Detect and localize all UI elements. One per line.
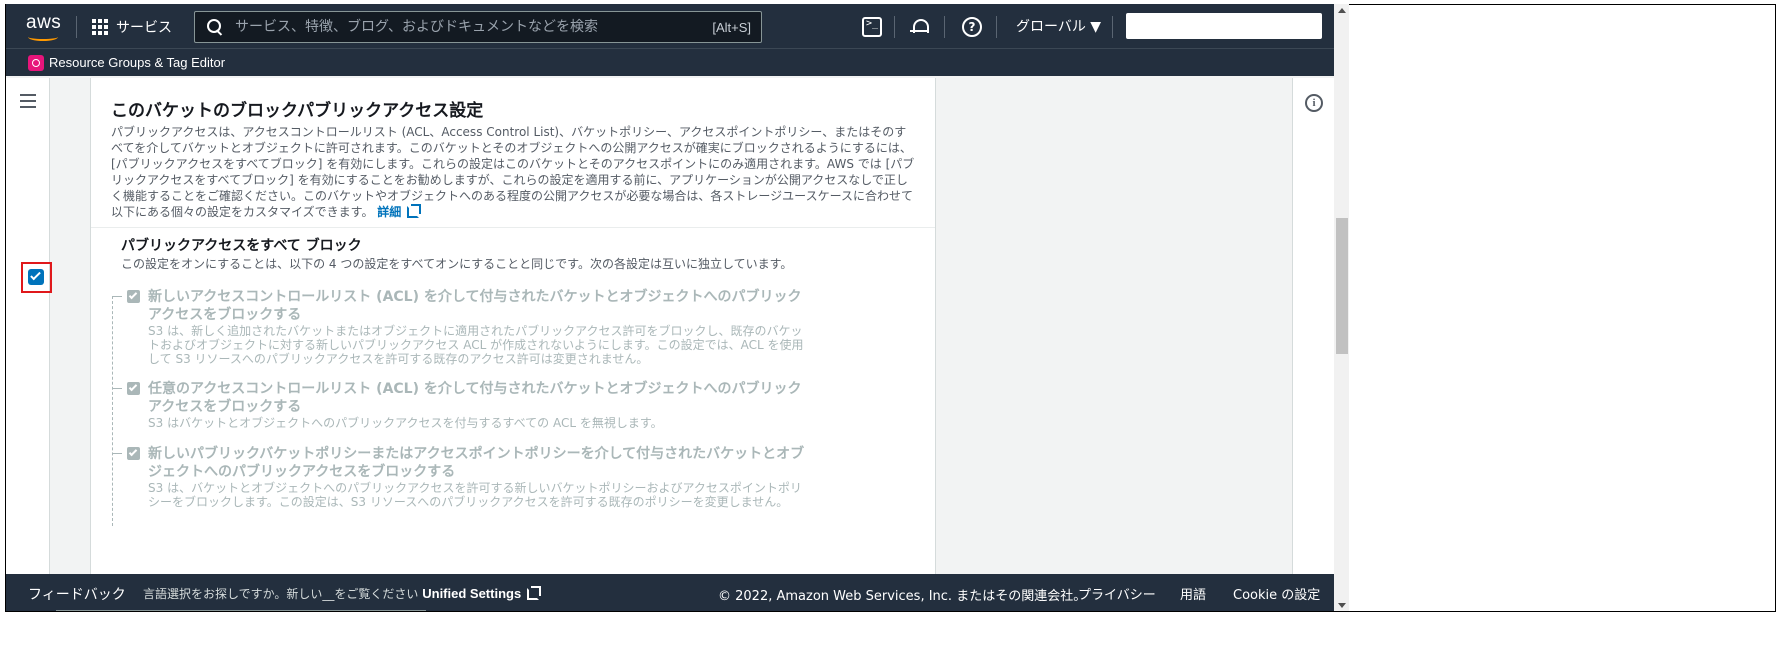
option-title: 新しいパブリックバケットポリシーまたはアクセスポイントポリシーを介して付与された… [148, 446, 805, 480]
aws-smile-icon [28, 33, 58, 41]
language-prompt: 言語選択をお探しですか。新しい__をご覧ください Unified Setting… [143, 585, 542, 602]
search-input[interactable] [223, 13, 713, 41]
page-title: このバケットのブロックパブリックアクセス設定 [111, 101, 484, 121]
language-prompt-text: 言語選択をお探しですか。新しい__をご覧ください [143, 587, 419, 601]
search-icon [207, 19, 223, 35]
search-box[interactable]: [Alt+S] [194, 11, 762, 43]
checkmark-icon [128, 447, 138, 457]
external-link-icon [407, 204, 422, 218]
left-navigation-rail [6, 78, 50, 578]
option-tree-line [112, 296, 113, 526]
panel-header: このバケットのブロックパブリックアクセス設定 パブリックアクセスは、アクセスコン… [91, 78, 935, 228]
block-all-public-access-checkbox[interactable] [28, 269, 44, 285]
nav-divider [76, 16, 77, 38]
learn-more-link[interactable]: 詳細 [377, 204, 422, 219]
scrollbar-thumb[interactable] [1336, 218, 1348, 354]
services-label: サービス [116, 20, 172, 36]
option-new-policy-checkbox[interactable] [127, 447, 140, 460]
vertical-scrollbar[interactable] [1334, 4, 1349, 611]
account-menu-button[interactable] [1126, 13, 1322, 39]
scroll-up-arrow-icon[interactable] [1338, 8, 1346, 13]
checkmark-icon [30, 269, 41, 281]
learn-more-label: 詳細 [377, 205, 402, 219]
option-title: 新しいアクセスコントロールリスト (ACL) を介して付与されたバケットとオブジ… [148, 289, 802, 323]
info-icon[interactable]: i [1305, 94, 1323, 112]
unified-settings-label: Unified Settings [422, 586, 522, 601]
nav-divider [894, 16, 895, 38]
aws-logo[interactable]: aws [26, 12, 66, 41]
region-selector[interactable]: グローバル ▼ [1016, 16, 1101, 36]
console-window: aws サービス [Alt+S] ? グローバル ▼ Resource Grou… [5, 4, 1349, 612]
resource-groups-icon [28, 55, 44, 71]
tree-branch [112, 453, 122, 454]
option-description: S3 は、新しく追加されたバケットまたはオブジェクトに適用されたパブリックアクセ… [148, 324, 804, 366]
terms-link[interactable]: 用語 [1180, 584, 1206, 603]
nav-divider [996, 16, 997, 38]
feedback-button[interactable]: フィードバック [28, 584, 126, 604]
footer-underline [56, 610, 426, 611]
privacy-link[interactable]: プライバシー [1078, 584, 1156, 603]
checkmark-icon [128, 290, 138, 300]
option-description: S3 はバケットとオブジェクトへのパブリックアクセスを付与するすべての ACL … [148, 416, 663, 430]
option-description: S3 は、バケットとオブジェクトへのパブリックアクセスを許可する新しいバケットポ… [148, 481, 802, 509]
right-tools-rail: i [1292, 78, 1334, 578]
copyright-text: © 2022, Amazon Web Services, Inc. またはその関… [718, 589, 1087, 604]
scroll-down-arrow-icon[interactable] [1338, 603, 1346, 608]
cloudshell-icon[interactable] [862, 17, 882, 37]
option-new-acl-checkbox[interactable] [127, 290, 140, 303]
resource-groups-link[interactable]: Resource Groups & Tag Editor [49, 55, 225, 70]
hamburger-menu-icon[interactable] [20, 94, 36, 108]
checkmark-icon [128, 382, 138, 392]
help-icon[interactable]: ? [962, 17, 982, 37]
bell-icon[interactable] [910, 17, 930, 37]
nav-divider [1112, 16, 1113, 38]
blank-side-panel [1349, 4, 1776, 612]
cookie-settings-link[interactable]: Cookie の設定 [1233, 584, 1320, 603]
description-text: パブリックアクセスは、アクセスコントロールリスト (ACL、Access Con… [111, 125, 915, 219]
option-title: 任意のアクセスコントロールリスト (ACL) を介して付与されたバケットとオブジ… [148, 381, 802, 415]
external-link-icon [527, 586, 542, 600]
console-footer: フィードバック 言語選択をお探しですか。新しい__をご覧ください Unified… [6, 574, 1334, 611]
option-any-acl-checkbox[interactable] [127, 382, 140, 395]
panel-description: パブリックアクセスは、アクセスコントロールリスト (ACL、Access Con… [111, 124, 917, 220]
tree-branch [112, 296, 122, 297]
grid-icon [92, 19, 108, 35]
block-all-description: この設定をオンにすることは、以下の 4 つの設定をすべてオンにすることと同じです… [121, 257, 793, 271]
nav-divider [944, 16, 945, 38]
service-shortcut-bar: Resource Groups & Tag Editor [6, 48, 1334, 76]
tree-branch [112, 388, 122, 389]
top-navigation-bar: aws サービス [Alt+S] ? グローバル ▼ [6, 4, 1334, 48]
services-menu-button[interactable]: サービス [92, 14, 172, 40]
unified-settings-link[interactable]: Unified Settings [422, 586, 542, 601]
search-shortcut-hint: [Alt+S] [712, 19, 751, 35]
block-all-label[interactable]: パブリックアクセスをすべて ブロック [121, 235, 362, 255]
aws-logo-text: aws [26, 12, 62, 33]
